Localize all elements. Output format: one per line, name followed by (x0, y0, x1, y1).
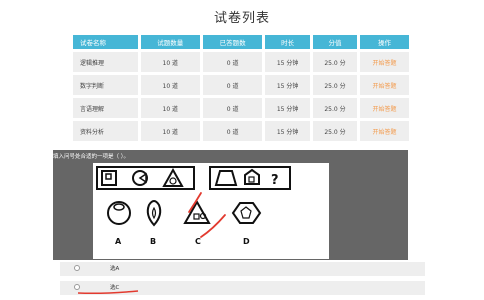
figure-square (101, 170, 117, 186)
exam-duration: 15 分钟 (265, 75, 310, 95)
question-count: 10 道 (140, 121, 200, 141)
action-cell: 开始答题 (360, 98, 409, 118)
start-exam-link[interactable]: 开始答题 (373, 106, 397, 113)
option-a[interactable]: 选A (60, 262, 425, 276)
col-header-answered: 已答题数 (202, 35, 263, 49)
exam-name: 资料分析 (73, 121, 138, 141)
option-c[interactable]: 选C (60, 281, 425, 295)
choice-label-a: A (115, 237, 122, 246)
choice-label-b: B (150, 237, 156, 246)
choice-label-d: D (243, 237, 250, 246)
exam-score: 25.0 分 (312, 52, 358, 72)
exam-list-table: 试卷名称 试题数量 已答题数 时长 分值 操作 逻辑推理 10 道 0 道 15… (70, 32, 412, 144)
answered-count: 0 道 (202, 121, 263, 141)
question-figure: ? A B C D (93, 163, 329, 259)
exam-score: 25.0 分 (312, 75, 358, 95)
col-header-action: 操作 (360, 35, 409, 49)
table-row: 资料分析 10 道 0 道 15 分钟 25.0 分 开始答题 (73, 121, 409, 141)
exam-duration: 15 分钟 (265, 52, 310, 72)
choice-label-c: C (195, 237, 201, 246)
col-header-count: 试题数量 (140, 35, 200, 49)
question-count: 10 道 (140, 98, 200, 118)
figure-trapezoid (214, 170, 238, 186)
answer-options: 选A 选C (60, 262, 425, 300)
exam-name: 言语理解 (73, 98, 138, 118)
choice-b-figure (146, 200, 162, 227)
page-title: 试卷列表 (213, 11, 270, 26)
col-header-name: 试卷名称 (73, 35, 138, 49)
start-exam-link[interactable]: 开始答题 (373, 129, 397, 136)
exam-score: 25.0 分 (312, 98, 358, 118)
answered-count: 0 道 (202, 52, 263, 72)
question-count: 10 道 (140, 52, 200, 72)
question-count: 10 道 (140, 75, 200, 95)
action-cell: 开始答题 (360, 75, 409, 95)
answered-count: 0 道 (202, 98, 263, 118)
question-mark: ? (271, 173, 279, 188)
exam-name: 逻辑推理 (73, 52, 138, 72)
start-exam-link[interactable]: 开始答题 (373, 83, 397, 90)
action-cell: 开始答题 (360, 52, 409, 72)
question-panel: 填入问号处合适的一项是（ ）。 ? A B C D (53, 150, 408, 260)
figure-reasoning-graphic: ? A B C D (96, 166, 291, 246)
option-label: 选A (110, 266, 120, 272)
table-row: 逻辑推理 10 道 0 道 15 分钟 25.0 分 开始答题 (73, 52, 409, 72)
exam-duration: 15 分钟 (265, 98, 310, 118)
action-cell: 开始答题 (360, 121, 409, 141)
table-header-row: 试卷名称 试题数量 已答题数 时长 分值 操作 (73, 35, 409, 49)
table-row: 言语理解 10 道 0 道 15 分钟 25.0 分 开始答题 (73, 98, 409, 118)
question-stem: 填入问号处合适的一项是（ ）。 (53, 154, 129, 160)
table-row: 数字判断 10 道 0 道 15 分钟 25.0 分 开始答题 (73, 75, 409, 95)
choice-d-figure (231, 202, 262, 224)
start-exam-link[interactable]: 开始答题 (373, 60, 397, 67)
choice-a-figure (107, 201, 131, 225)
exam-name: 数字判断 (73, 75, 138, 95)
col-header-duration: 时长 (265, 35, 310, 49)
underline-annotation (77, 290, 139, 294)
radio-button[interactable] (74, 265, 80, 271)
col-header-score: 分值 (312, 35, 358, 49)
answered-count: 0 道 (202, 75, 263, 95)
exam-score: 25.0 分 (312, 121, 358, 141)
exam-duration: 15 分钟 (265, 121, 310, 141)
